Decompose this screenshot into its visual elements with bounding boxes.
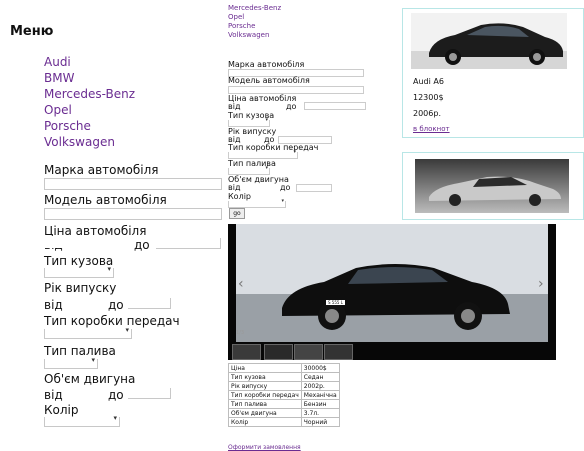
card-car-year: 2006р. [413, 109, 441, 118]
year-from-label: від [44, 298, 63, 312]
spec-row: Тип коробки передач Механічна [228, 390, 340, 400]
engine-to-input[interactable] [128, 388, 171, 399]
mini-fuel-select[interactable] [228, 165, 270, 175]
car-card-audi-r8 [402, 152, 584, 220]
color-select[interactable] [44, 414, 120, 427]
mini-brand-list: Mercedes-Benz Opel Porsche Volkswagen [228, 4, 281, 40]
spec-key: Тип кузова [228, 372, 302, 382]
car-photo-sports[interactable] [415, 159, 569, 213]
mini-price-to-input[interactable] [304, 102, 366, 110]
spec-key: Тип палива [228, 399, 302, 409]
spec-row: Тип палива Бензин [228, 399, 340, 409]
license-plate: S 555 L [326, 300, 345, 305]
mini-fuel-label: Тип палива [228, 159, 276, 168]
spec-value: Чорний [300, 417, 340, 427]
year-to-label: до [108, 298, 124, 312]
make-label: Марка автомобіля [44, 163, 159, 177]
spec-row: Колір Чорний [228, 417, 340, 427]
mini-brand-opel[interactable]: Opel [228, 13, 281, 22]
gallery-thumb-2[interactable] [264, 344, 293, 360]
price-to-label: до [134, 238, 150, 252]
mini-color-select[interactable] [228, 198, 286, 208]
card-car-price: 12300$ [413, 93, 444, 102]
year-to-input[interactable] [128, 298, 171, 309]
add-to-notepad-link[interactable]: в блокнот [413, 125, 450, 133]
brand-link-opel[interactable]: Opel [44, 102, 135, 118]
engine-from-label: від [44, 388, 63, 402]
mini-engine-from: від [228, 183, 241, 192]
brand-link-audi[interactable]: Audi [44, 54, 135, 70]
spec-row: Ціна 30000$ [228, 363, 340, 373]
spec-key: Колір [228, 417, 302, 427]
car-photo-audi[interactable] [411, 13, 567, 69]
brand-link-bmw[interactable]: BMW [44, 70, 135, 86]
gallery-main-photo[interactable] [236, 224, 548, 342]
spec-value: 30000$ [300, 363, 340, 373]
mini-gearbox-select[interactable] [228, 149, 298, 159]
mini-brand-mercedes[interactable]: Mercedes-Benz [228, 4, 281, 13]
spec-row: Рік випуску 2002р. [228, 381, 340, 391]
body-type-label: Тип кузова [44, 254, 114, 268]
year-label: Рік випуску [44, 281, 117, 295]
car-card-audi: Audi A6 12300$ 2006р. в блокнот [402, 8, 584, 138]
spec-key: Рік випуску [228, 381, 302, 391]
card-car-name: Audi A6 [413, 77, 444, 86]
mini-brand-volkswagen[interactable]: Volkswagen [228, 31, 281, 40]
mini-model-input[interactable] [228, 86, 364, 94]
spec-value: Механічна [300, 390, 340, 400]
engine-label: Об'єм двигуна [44, 372, 136, 386]
brand-link-volkswagen[interactable]: Volkswagen [44, 134, 135, 150]
mini-price-from: від [228, 102, 241, 111]
specs-table: Ціна 30000$ Тип кузова Седан Рік випуску 20… [228, 363, 340, 427]
price-from-input[interactable] [44, 236, 124, 248]
make-input[interactable] [44, 178, 222, 190]
mini-color-label: Колір [228, 192, 251, 201]
color-label: Колір [44, 403, 79, 417]
mini-brand-porsche[interactable]: Porsche [228, 22, 281, 31]
spec-key: Тип коробки передач [228, 390, 302, 400]
go-button[interactable]: go [229, 208, 245, 219]
spec-value: 3.7л. [300, 408, 340, 418]
spec-row: Об'єм двигуна 3.7л. [228, 408, 340, 418]
brand-link-porsche[interactable]: Porsche [44, 118, 135, 134]
price-to-input[interactable] [156, 238, 221, 249]
mini-gearbox-label: Тип коробки передач [228, 143, 319, 152]
gallery-thumb-3[interactable] [294, 344, 323, 360]
gallery-thumb-4[interactable] [324, 344, 353, 360]
engine-to-label: до [108, 388, 124, 402]
mini-engine-to: до [280, 183, 291, 192]
brand-list: Audi BMW Mercedes-Benz Opel Porsche Volk… [44, 54, 135, 150]
brand-link-mercedes[interactable]: Mercedes-Benz [44, 86, 135, 102]
mini-body-select[interactable] [228, 117, 270, 127]
gallery-counter: 1/3 [236, 330, 245, 336]
spec-key: Ціна [228, 363, 302, 373]
mini-engine-to-input[interactable] [296, 184, 332, 192]
mini-price-to: до [286, 102, 297, 111]
mini-make-label: Марка автомобіля [228, 60, 305, 69]
fuel-label: Тип палива [44, 344, 116, 358]
gearbox-label: Тип коробки передач [44, 314, 180, 328]
spec-value: Бензин [300, 399, 340, 409]
spec-key: Об'єм двигуна [228, 408, 302, 418]
model-label: Модель автомобіля [44, 193, 167, 207]
menu-title: Меню [10, 24, 54, 39]
mini-model-label: Модель автомобіля [228, 76, 310, 85]
gallery-thumb-1[interactable] [232, 344, 261, 360]
chevron-right-icon[interactable]: › [538, 276, 544, 292]
spec-value: 2002р. [300, 381, 340, 391]
body-type-select[interactable] [44, 265, 114, 278]
spec-value: Седан [300, 372, 340, 382]
fuel-select[interactable] [44, 356, 98, 369]
spec-row: Тип кузова Седан [228, 372, 340, 382]
chevron-left-icon[interactable]: ‹ [238, 276, 244, 292]
car-gallery: S 555 L ‹ › 1/3 [228, 224, 556, 360]
gearbox-select[interactable] [44, 326, 132, 339]
model-input[interactable] [44, 208, 222, 220]
